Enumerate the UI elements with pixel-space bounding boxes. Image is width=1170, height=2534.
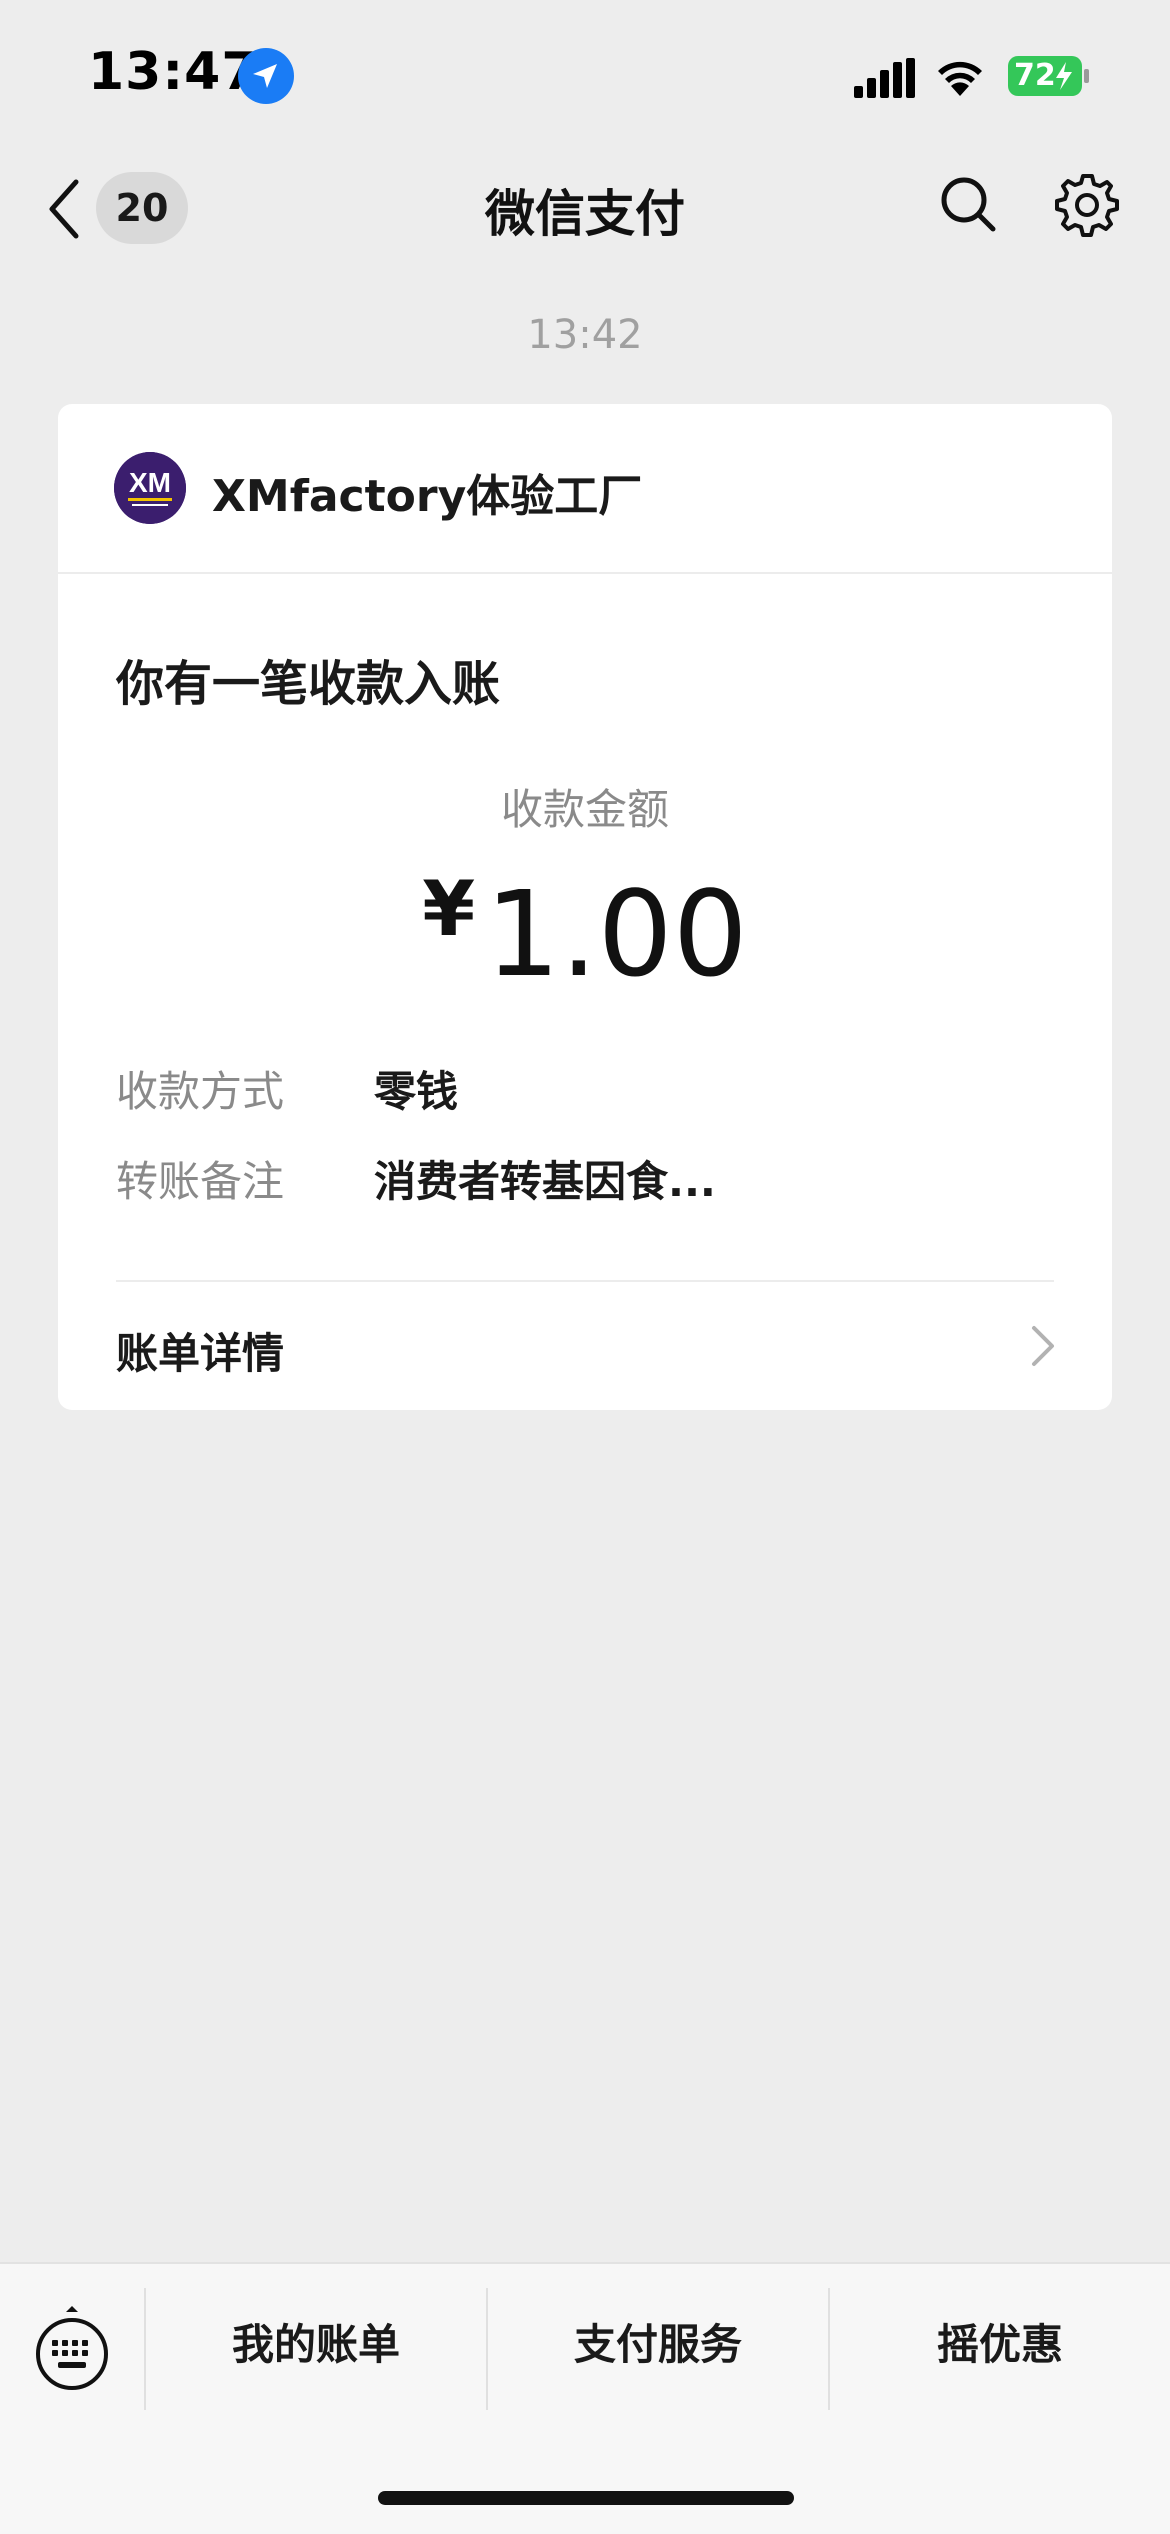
merchant-name: XMfactory体验工厂 xyxy=(212,471,643,522)
status-time: 13:47 xyxy=(88,42,259,102)
wifi-icon xyxy=(938,61,982,96)
keyboard-icon[interactable] xyxy=(32,2302,112,2392)
home-indicator[interactable] xyxy=(378,2491,794,2505)
signal-icon xyxy=(854,58,915,98)
notification-heading: 你有一笔收款入账 xyxy=(116,656,501,712)
bill-detail-label: 账单详情 xyxy=(116,1329,285,1378)
payment-notification-card[interactable]: XM XMfactory体验工厂 你有一笔收款入账 收款金额 ¥1.00 收款方… xyxy=(58,404,1112,1410)
detail-row-payment-method: 收款方式 零钱 xyxy=(116,1058,1054,1118)
status-bar: 13:47 72 xyxy=(0,0,1170,150)
message-timestamp: 13:42 xyxy=(527,312,643,358)
amount-value: 1.00 xyxy=(485,865,748,1003)
merchant-logo-text: XM xyxy=(129,467,171,498)
menu-item-payment-services[interactable]: 支付服务 xyxy=(488,2310,828,2380)
merchant-logo-graphic: XM xyxy=(114,452,186,524)
search-icon[interactable] xyxy=(938,174,998,234)
bill-detail-link[interactable]: 账单详情 xyxy=(58,1282,1112,1410)
battery-level: 72 xyxy=(1014,58,1056,93)
detail-value: 消费者转基因食... xyxy=(374,1157,716,1206)
amount-label: 收款金额 xyxy=(500,785,669,834)
detail-row-transfer-note: 转账备注 消费者转基因食... xyxy=(116,1148,1054,1208)
detail-value: 零钱 xyxy=(374,1067,459,1116)
chevron-right-icon xyxy=(1032,1326,1054,1366)
location-icon xyxy=(238,48,294,104)
menu-item-shake-deals[interactable]: 摇优惠 xyxy=(830,2310,1170,2380)
menu-item-my-bills[interactable]: 我的账单 xyxy=(146,2310,486,2380)
detail-label: 收款方式 xyxy=(116,1067,285,1116)
nav-bar: 20 微信支付 xyxy=(0,150,1170,270)
gear-icon[interactable] xyxy=(1054,172,1120,238)
merchant-row[interactable]: XM XMfactory体验工厂 xyxy=(58,404,1112,574)
detail-label: 转账备注 xyxy=(116,1157,285,1206)
amount-row: ¥1.00 xyxy=(58,864,1112,1003)
currency-symbol: ¥ xyxy=(422,864,476,953)
merchant-logo: XM xyxy=(114,452,186,524)
